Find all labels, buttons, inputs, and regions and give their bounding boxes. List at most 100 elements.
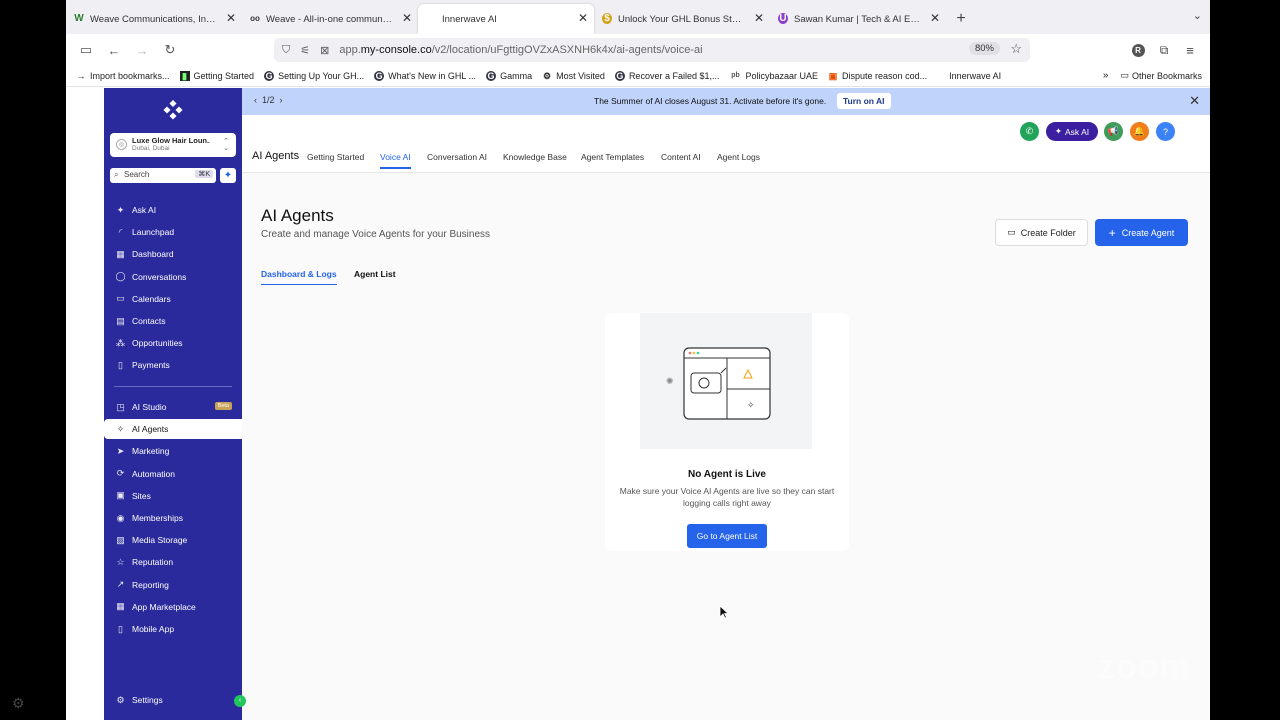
close-icon[interactable]: ✕ [1189, 93, 1200, 109]
ask-ai-button[interactable]: ✦ Ask AI [1046, 122, 1098, 141]
page-title: AI Agents [261, 206, 334, 225]
sidebar-item-sites[interactable]: ▣ Sites [104, 486, 242, 506]
bookmark-label: What's New in GHL ... [388, 71, 477, 81]
bookmark-item[interactable]: ▣ Dispute reason cod... [828, 71, 927, 81]
sidebar-item-icon: ◜ [118, 226, 123, 237]
bookmark-item[interactable]: G What's New in GHL ... [374, 71, 476, 81]
sidebar-item-calendars[interactable]: ▭ Calendars [104, 289, 242, 309]
sidebar-item-reputation[interactable]: ☆ Reputation [104, 552, 242, 572]
sidebar-item-launchpad[interactable]: ◜ Launchpad [104, 222, 242, 242]
sidebar-item-marketing[interactable]: ➤ Marketing [104, 441, 242, 461]
zoom-level[interactable]: 80% [968, 42, 1000, 55]
close-icon[interactable]: ✕ [578, 11, 588, 25]
banner-pager[interactable]: ‹ 1/2 › [254, 95, 283, 105]
tab-content-ai[interactable]: Content AI [661, 152, 701, 162]
bookmark-item[interactable]: ⚙ Most Visited [542, 71, 605, 81]
main-content: AI Agents Create and manage Voice Agents… [242, 173, 1210, 720]
sidebar-item-memberships[interactable]: ◉ Memberships [104, 508, 242, 528]
create-agent-button[interactable]: + Create Agent [1095, 219, 1188, 246]
sidebar-item-contacts[interactable]: ▤ Contacts [104, 311, 242, 331]
star-icon[interactable]: ☆ [1010, 41, 1022, 57]
sidebar-item-label: Calendars [132, 293, 171, 304]
browser-tab[interactable]: $ Unlock Your GHL Bonus Stack - ✕ [594, 4, 770, 34]
shortcut-badge: ⌘K [195, 170, 213, 178]
permissions-icon[interactable]: ⚟ [300, 44, 310, 57]
close-icon[interactable]: ✕ [226, 11, 236, 25]
camera-off-icon[interactable]: ⊠ [320, 44, 329, 57]
sidebar-toggle-icon[interactable]: ▭ [72, 38, 100, 62]
sidebar-item-label: AI Studio [132, 402, 167, 412]
sidebar-item-icon: ▣ [116, 490, 125, 501]
bookmark-item[interactable]: G Setting Up Your GH... [264, 71, 364, 81]
bookmark-label: Import bookmarks... [90, 71, 170, 81]
sidebar-item-conversations[interactable]: ◯ Conversations [104, 267, 242, 287]
menu-icon[interactable]: ≡ [1178, 38, 1202, 62]
chevron-double-right-icon[interactable]: » [1103, 70, 1109, 81]
sidebar-item-dashboard[interactable]: ▦ Dashboard [104, 244, 242, 264]
sidebar-item-label: Launchpad [132, 227, 175, 238]
bell-icon[interactable]: 🔔 [1130, 122, 1149, 141]
sidebar-item-ai-agents[interactable]: ✧ AI Agents [104, 419, 242, 440]
close-icon[interactable]: ✕ [402, 11, 412, 25]
sidebar-item-label: AI Agents [132, 424, 169, 435]
banner-pager-text: 1/2 [262, 95, 275, 105]
sidebar-item-mobile-app[interactable]: ▯ Mobile App [104, 619, 242, 639]
browser-tab[interactable]: oo Weave - All-in-one communicati ✕ [242, 4, 418, 34]
sidebar-item-automation[interactable]: ⟳ Automation [104, 464, 242, 484]
tab-knowledge-base[interactable]: Knowledge Base [503, 152, 567, 162]
location-switcher[interactable]: ◎ Luxe Glow Hair Loun... Dubai, Dubai ⌃ ⌄ [110, 133, 236, 157]
sidebar-item-label: Opportunities [132, 338, 183, 349]
chevron-down-icon[interactable]: ⌄ [1193, 9, 1202, 22]
sidebar-item-opportunities[interactable]: ⁂ Opportunities [104, 333, 242, 353]
sidebar-item-reporting[interactable]: ↗ Reporting [104, 575, 242, 595]
create-folder-button[interactable]: ▭ Create Folder [995, 219, 1088, 246]
tab-getting-started[interactable]: Getting Started [307, 152, 364, 162]
back-icon[interactable]: ← [100, 38, 128, 62]
forward-icon[interactable]: → [128, 38, 156, 62]
new-tab-icon[interactable]: + [946, 4, 976, 34]
sidebar-item-media-storage[interactable]: ▨ Media Storage [104, 530, 242, 550]
tab-dashboard-logs[interactable]: Dashboard & Logs [261, 269, 337, 285]
quick-add-button[interactable]: ✦ [220, 168, 236, 183]
bookmark-item[interactable]: G Recover a Failed $1,... [614, 71, 719, 81]
close-icon[interactable]: ✕ [930, 11, 940, 25]
search-input[interactable]: ⌕ Search ⌘K [110, 168, 216, 183]
sidebar-item-app-marketplace[interactable]: ▦ App Marketplace [104, 597, 242, 617]
bookmark-label: Innerwave AI [949, 71, 1002, 81]
browser-tab-active[interactable]: Innerwave AI ✕ [418, 4, 594, 34]
bookmark-item[interactable]: G Gamma [486, 71, 532, 81]
gear-icon[interactable]: ⚙ [12, 695, 25, 712]
browser-tab[interactable]: U Sawan Kumar | Tech & AI Educat ✕ [770, 4, 946, 34]
sidebar-item-payments[interactable]: ▯ Payments [104, 355, 242, 375]
sidebar-item-label: Payments [132, 360, 170, 371]
close-icon[interactable]: ✕ [754, 11, 764, 25]
reload-icon[interactable]: ↻ [156, 38, 184, 62]
tab-agent-logs[interactable]: Agent Logs [717, 152, 760, 162]
sidebar-item-ask-ai[interactable]: ✦ Ask AI [104, 200, 242, 220]
mouse-cursor-icon [719, 605, 729, 619]
bookmark-item[interactable]: pb Policybazaar UAE [729, 71, 818, 81]
sidebar-divider [114, 386, 232, 387]
sidebar: ◎ Luxe Glow Hair Loun... Dubai, Dubai ⌃ ⌄… [104, 88, 246, 720]
browser-tab[interactable]: W Weave Communications, Inc. (W ✕ [66, 4, 242, 34]
page-header: AI Agents ✆ ✦ Ask AI 📢 🔔 ? Getting Starte… [242, 115, 1210, 173]
tab-agent-list[interactable]: Agent List [354, 269, 396, 279]
phone-icon[interactable]: ✆ [1020, 122, 1039, 141]
sidebar-item-ai-studio[interactable]: ◳ AI Studio Beta [104, 397, 242, 417]
megaphone-icon[interactable]: 📢 [1104, 122, 1123, 141]
tab-conversation-ai[interactable]: Conversation AI [427, 152, 487, 162]
bookmark-item[interactable]: → Import bookmarks... [76, 71, 170, 81]
sidebar-item-settings[interactable]: ⚙ Settings [104, 690, 242, 710]
profile-button[interactable]: R [1126, 38, 1150, 62]
address-bar[interactable]: ⛉ ⚟ ⊠ app. my-console.co/v2/location/uFgt… [274, 38, 1030, 62]
bookmark-item[interactable]: ▮ Getting Started [179, 71, 254, 81]
tab-voice-ai[interactable]: Voice AI [380, 152, 411, 169]
help-icon[interactable]: ? [1156, 122, 1175, 141]
turn-on-ai-button[interactable]: Turn on AI [837, 93, 891, 109]
tab-favicon-icon: W [74, 13, 84, 24]
other-bookmarks[interactable]: » ▭ Other Bookmarks [1103, 70, 1202, 81]
tab-agent-templates[interactable]: Agent Templates [581, 152, 644, 162]
bookmark-item[interactable]: Innerwave AI [949, 71, 1001, 81]
extensions-icon[interactable]: ⧉ [1152, 38, 1176, 62]
go-to-agent-list-button[interactable]: Go to Agent List [687, 524, 767, 548]
